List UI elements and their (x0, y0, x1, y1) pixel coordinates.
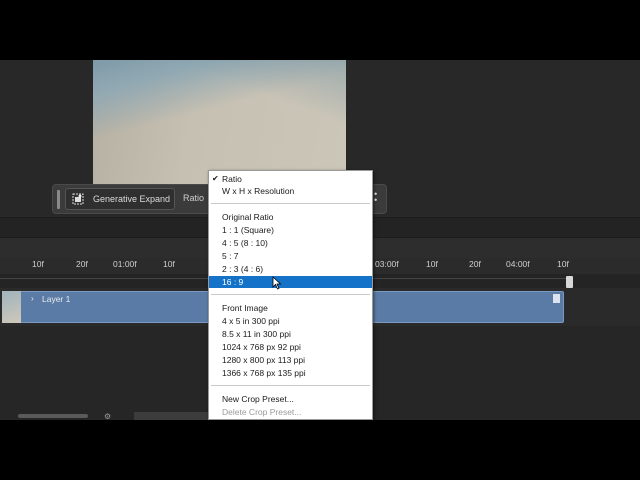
menu-item-preset[interactable]: 1024 x 768 px 92 ppi (209, 341, 372, 353)
menu-item-label: 2 : 3 (4 : 6) (222, 264, 264, 274)
ratio-dropdown-menu: ✔ Ratio W x H x Resolution Original Rati… (208, 170, 373, 420)
ruler-tick: 01:00f (113, 259, 137, 269)
more-options-icon[interactable]: • • (374, 190, 377, 205)
generative-expand-label: Generative Expand (93, 194, 171, 204)
menu-item-2-3[interactable]: 2 : 3 (4 : 6) (209, 263, 372, 275)
ruler-tick: 20f (76, 259, 88, 269)
menu-item-1-1[interactable]: 1 : 1 (Square) (209, 224, 372, 236)
ratio-dropdown-label[interactable]: Ratio (183, 193, 204, 203)
menu-item-front-image[interactable]: Front Image (209, 302, 372, 314)
playhead-handle[interactable] (566, 276, 573, 288)
zoom-icon[interactable]: ⚙ (104, 412, 114, 420)
menu-item-preset[interactable]: 1366 x 768 px 135 ppi (209, 367, 372, 379)
ruler-tick: 04:00f (506, 259, 530, 269)
menu-item-label: Ratio (222, 174, 242, 184)
menu-item-label: W x H x Resolution (222, 186, 295, 196)
menu-item-label: 16 : 9 (222, 277, 244, 287)
menu-item-label: Front Image (222, 303, 268, 313)
menu-item-wxhxres[interactable]: W x H x Resolution (209, 185, 372, 197)
menu-item-preset[interactable]: 1280 x 800 px 113 ppi (209, 354, 372, 366)
menu-item-label: 1 : 1 (Square) (222, 225, 274, 235)
canvas-image (93, 60, 346, 185)
chevron-right-icon[interactable]: › (31, 294, 34, 303)
ruler-tick: 20f (469, 259, 481, 269)
menu-item-label: 4 x 5 in 300 ppi (222, 316, 280, 326)
zoom-slider[interactable] (134, 412, 214, 420)
cursor-icon (272, 276, 282, 290)
menu-item-label: 1024 x 768 px 92 ppi (222, 342, 301, 352)
menu-item-ratio[interactable]: ✔ Ratio (209, 173, 372, 185)
menu-separator (211, 203, 370, 204)
generative-expand-icon (72, 193, 84, 205)
clip-end-handle[interactable] (553, 294, 560, 303)
menu-item-label: Delete Crop Preset... (222, 407, 302, 417)
menu-item-new-crop-preset[interactable]: New Crop Preset... (209, 393, 372, 405)
timeline-scrollbar[interactable] (18, 414, 88, 418)
layer-thumbnail (2, 291, 21, 323)
ruler-tick: 10f (426, 259, 438, 269)
menu-separator (211, 385, 370, 386)
generative-expand-button[interactable]: Generative Expand (65, 188, 175, 210)
checkmark-icon: ✔ (212, 174, 219, 183)
menu-item-label: Original Ratio (222, 212, 274, 222)
menu-item-label: 5 : 7 (222, 251, 239, 261)
menu-item-preset[interactable]: 4 x 5 in 300 ppi (209, 315, 372, 327)
menu-item-5-7[interactable]: 5 : 7 (209, 250, 372, 262)
menu-item-delete-crop-preset: Delete Crop Preset... (209, 406, 372, 418)
menu-item-label: New Crop Preset... (222, 394, 294, 404)
menu-item-label: 1366 x 768 px 135 ppi (222, 368, 306, 378)
menu-item-label: 8.5 x 11 in 300 ppi (222, 329, 291, 339)
menu-item-4-5[interactable]: 4 : 5 (8 : 10) (209, 237, 372, 249)
menu-item-label: 1280 x 800 px 113 ppi (222, 355, 306, 365)
ruler-tick: 10f (163, 259, 175, 269)
menu-item-preset[interactable]: 8.5 x 11 in 300 ppi (209, 328, 372, 340)
ruler-tick: 10f (32, 259, 44, 269)
menu-item-original-ratio[interactable]: Original Ratio (209, 211, 372, 223)
drag-handle[interactable] (57, 190, 60, 209)
layer-name: Layer 1 (42, 294, 71, 304)
ruler-tick: 03:00f (375, 259, 399, 269)
menu-separator (211, 294, 370, 295)
menu-item-label: 4 : 5 (8 : 10) (222, 238, 268, 248)
ruler-tick: 10f (557, 259, 569, 269)
menu-item-16-9[interactable]: 16 : 9 (209, 276, 372, 288)
